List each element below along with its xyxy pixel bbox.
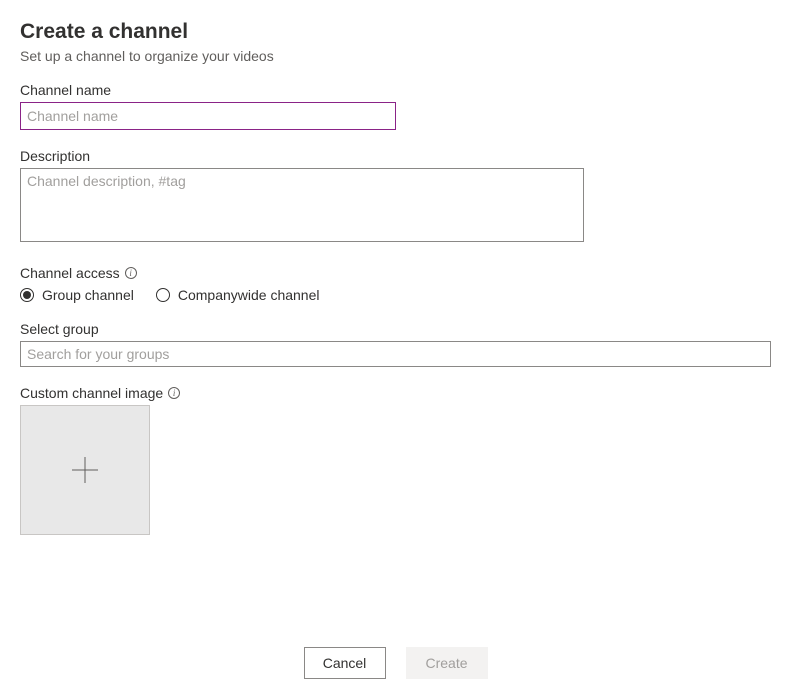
- radio-label-companywide: Companywide channel: [178, 287, 320, 303]
- channel-access-radiogroup: Group channel Companywide channel: [20, 287, 771, 303]
- page-title: Create a channel: [20, 20, 771, 44]
- cancel-button[interactable]: Cancel: [304, 647, 386, 679]
- radio-label-group: Group channel: [42, 287, 134, 303]
- radio-icon: [156, 288, 170, 302]
- plus-icon: [72, 457, 98, 483]
- select-group-label: Select group: [20, 321, 771, 337]
- channel-access-label: Channel access: [20, 265, 120, 281]
- channel-name-input[interactable]: [20, 102, 396, 130]
- footer-actions: Cancel Create: [0, 647, 791, 679]
- radio-icon: [20, 288, 34, 302]
- page-subtitle: Set up a channel to organize your videos: [20, 48, 771, 64]
- radio-group-channel[interactable]: Group channel: [20, 287, 134, 303]
- custom-image-label: Custom channel image: [20, 385, 163, 401]
- description-textarea[interactable]: [20, 168, 584, 242]
- description-label: Description: [20, 148, 771, 164]
- radio-companywide-channel[interactable]: Companywide channel: [156, 287, 320, 303]
- create-button[interactable]: Create: [406, 647, 488, 679]
- channel-name-label: Channel name: [20, 82, 771, 98]
- info-icon[interactable]: i: [168, 387, 180, 399]
- select-group-input[interactable]: [20, 341, 771, 367]
- custom-image-upload[interactable]: [20, 405, 150, 535]
- info-icon[interactable]: i: [125, 267, 137, 279]
